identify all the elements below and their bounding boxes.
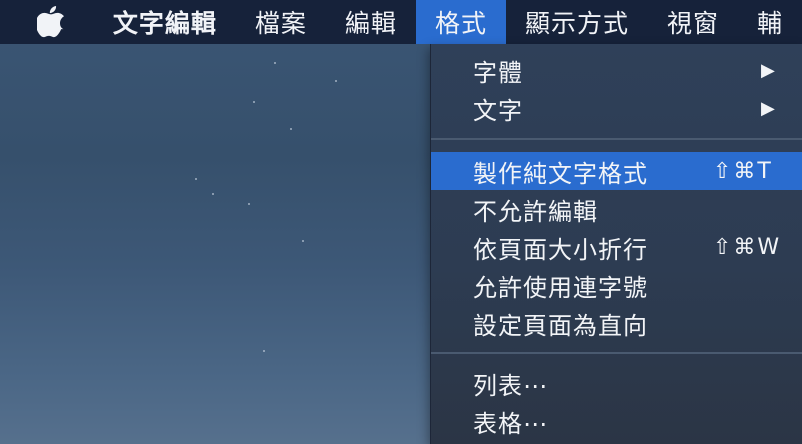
star — [248, 203, 250, 205]
menu-item-label: 不允許編輯 — [473, 197, 598, 226]
submenu-arrow-icon: ▶ — [761, 97, 776, 119]
menu-item-text[interactable]: 文字 ▶ — [431, 89, 802, 127]
menu-item-font[interactable]: 字體 ▶ — [431, 51, 802, 89]
submenu-arrow-icon: ▶ — [761, 59, 776, 81]
menu-item-label: 允許使用連字號 — [473, 273, 648, 302]
menu-edit[interactable]: 編輯 — [326, 0, 416, 44]
menu-item-make-plain-text[interactable]: 製作純文字格式 ⇧⌘T — [431, 152, 802, 190]
menu-help[interactable]: 輔 — [738, 0, 802, 44]
menu-item-wrap-to-page[interactable]: 依頁面大小折行 ⇧⌘W — [431, 228, 802, 266]
menu-item-label: 設定頁面為直向 — [473, 311, 648, 340]
star — [302, 240, 304, 242]
menu-bar: 文字編輯 檔案 編輯 格式 顯示方式 視窗 輔 — [0, 0, 802, 44]
star — [263, 350, 265, 352]
apple-icon — [36, 6, 64, 38]
menu-item-label: 字體 — [473, 58, 523, 87]
menu-separator — [431, 352, 802, 354]
menu-item-table[interactable]: 表格⋯ — [431, 402, 802, 440]
menu-item-page-vertical[interactable]: 設定頁面為直向 — [431, 304, 802, 342]
menu-file[interactable]: 檔案 — [236, 0, 326, 44]
menu-item-prevent-editing[interactable]: 不允許編輯 — [431, 190, 802, 228]
menu-format[interactable]: 格式 — [415, 0, 506, 44]
menu-item-label: 文字 — [473, 96, 523, 125]
menu-window[interactable]: 視窗 — [648, 0, 738, 44]
star — [335, 80, 337, 82]
star — [195, 178, 197, 180]
menu-item-label: 製作純文字格式 — [473, 159, 648, 188]
menu-item-label: 列表⋯ — [473, 371, 548, 400]
apple-menu[interactable] — [0, 0, 94, 44]
menu-separator — [431, 138, 802, 140]
star — [253, 101, 255, 103]
menu-item-label: 表格⋯ — [473, 409, 548, 438]
star — [274, 62, 276, 64]
shortcut-label: ⇧⌘W — [713, 234, 782, 260]
menu-item-list[interactable]: 列表⋯ — [431, 364, 802, 402]
menu-view[interactable]: 顯示方式 — [506, 0, 648, 44]
menu-item-label: 依頁面大小折行 — [473, 235, 648, 264]
format-dropdown-menu: 字體 ▶ 文字 ▶ 製作純文字格式 ⇧⌘T 不允許編輯 依頁面大小折行 ⇧⌘W … — [430, 44, 802, 444]
star — [290, 128, 292, 130]
star — [212, 193, 214, 195]
menu-textedit[interactable]: 文字編輯 — [94, 0, 236, 44]
shortcut-label: ⇧⌘T — [713, 158, 773, 184]
menu-item-allow-hyphenation[interactable]: 允許使用連字號 — [431, 266, 802, 304]
